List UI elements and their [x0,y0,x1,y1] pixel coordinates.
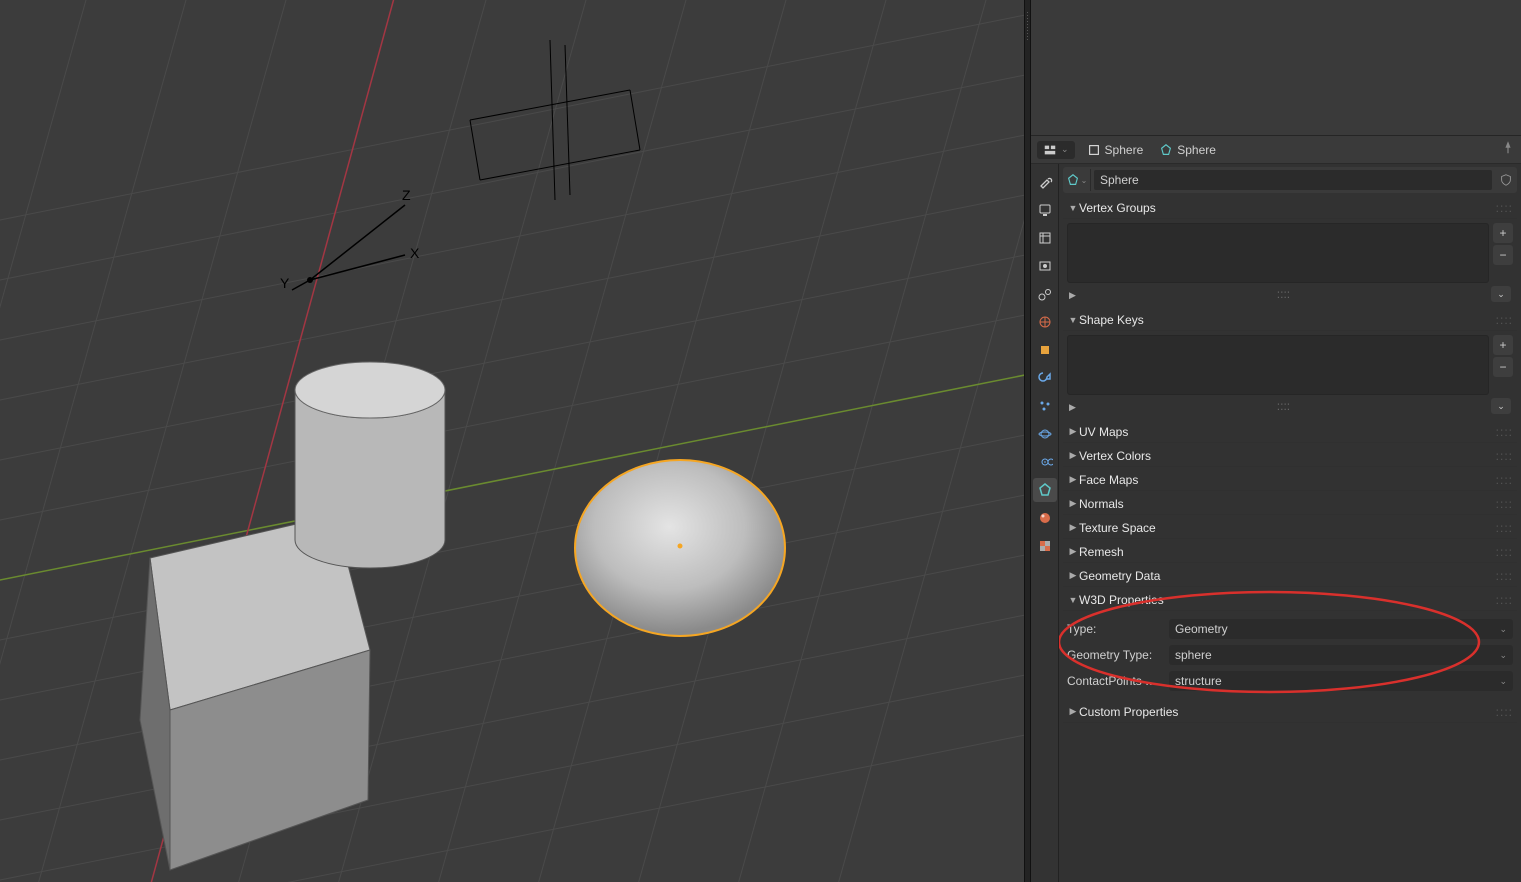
w3d-contact-value: structure [1175,674,1222,688]
tab-output[interactable] [1033,226,1057,250]
tab-object[interactable] [1033,338,1057,362]
panel-header-vertex-colors[interactable]: ▶Vertex Colors:::: [1063,445,1517,467]
svg-text:X: X [410,245,420,261]
svg-text:Z: Z [402,187,411,203]
datablock-shield-icon[interactable] [1495,169,1517,191]
chevron-down-icon: ⌄ [1499,624,1507,635]
upper-editor-blank [1031,0,1521,136]
shape-keys-list[interactable] [1067,335,1489,395]
w3d-type-label: Type: [1067,622,1163,636]
tab-physics[interactable] [1033,422,1057,446]
panel-header-remesh[interactable]: ▶Remesh:::: [1063,541,1517,563]
vg-specials-tri[interactable]: ▶ [1069,290,1076,300]
panel-header-texture-space[interactable]: ▶Texture Space:::: [1063,517,1517,539]
disclosure-right-icon: ▶ [1067,426,1079,437]
breadcrumb-object-label: Sphere [1105,143,1144,157]
grip-icon: :::: [1496,593,1513,607]
mesh-cube [140,515,370,870]
tab-world[interactable] [1033,310,1057,334]
viewport-grid: X Z Y [0,0,1024,882]
breadcrumb-data-label: Sphere [1177,143,1216,157]
tab-material[interactable] [1033,506,1057,530]
chevron-down-icon: ⌄ [1499,676,1507,687]
camera-wire [470,40,640,200]
tab-texture[interactable] [1033,534,1057,558]
add-vertex-group-button[interactable]: + [1493,223,1513,243]
datablock-name-input[interactable] [1094,170,1492,190]
panel-vertex-groups: ▼ Vertex Groups :::: + − ▶ [1063,197,1517,307]
panel-shape-keys: ▼ Shape Keys :::: + − ▶ [1063,309,1517,419]
editor-type-dropdown[interactable]: ⌄ [1037,141,1075,159]
w3d-type-value: Geometry [1175,622,1228,636]
grip-icon: :::: [1496,313,1513,327]
properties-tabs [1031,164,1059,882]
properties-content[interactable]: ⌄ ▼ Vertex Groups :::: [1059,164,1521,882]
mesh-sphere-selected [575,460,785,636]
w3d-type-dropdown[interactable]: Geometry ⌄ [1169,619,1513,639]
vg-dropdown-button[interactable]: ⌄ [1491,286,1511,302]
svg-text:Y: Y [280,275,290,291]
axis-overlay: X Z Y [280,187,420,291]
panel-header-normals[interactable]: ▶Normals:::: [1063,493,1517,515]
disclosure-right-icon: ▶ [1067,498,1079,509]
vertex-groups-list[interactable] [1067,223,1489,283]
panel-w3d-properties: ▼ W3D Properties :::: Type: Geometry ⌄ G… [1063,589,1517,699]
chevron-down-icon: ⌄ [1499,650,1507,661]
disclosure-right-icon: ▶ [1067,706,1079,717]
sk-dropdown-button[interactable]: ⌄ [1491,398,1511,414]
grip-dots-icon: :::: [1277,287,1290,301]
disclosure-right-icon: ▶ [1067,474,1079,485]
disclosure-down-icon: ▼ [1067,595,1079,605]
tab-modifier[interactable] [1033,366,1057,390]
add-shape-key-button[interactable]: + [1493,335,1513,355]
disclosure-right-icon: ▶ [1067,522,1079,533]
w3d-geom-type-label: Geometry Type: [1067,648,1163,662]
panel-header-shape-keys[interactable]: ▼ Shape Keys :::: [1063,309,1517,331]
region-splitter[interactable] [1024,0,1031,882]
pin-icon[interactable] [1501,141,1515,158]
properties-header: ⌄ Sphere Sphere [1031,136,1521,164]
panel-header-w3d[interactable]: ▼ W3D Properties :::: [1063,589,1517,611]
properties-region: ⌄ Sphere Sphere [1031,0,1521,882]
breadcrumb-data[interactable]: Sphere [1155,141,1220,159]
panel-header-geometry-data[interactable]: ▶Geometry Data:::: [1063,565,1517,587]
panel-header-vertex-groups[interactable]: ▼ Vertex Groups :::: [1063,197,1517,219]
disclosure-right-icon: ▶ [1067,546,1079,557]
tab-scene[interactable] [1033,282,1057,306]
disclosure-right-icon: ▶ [1067,570,1079,581]
grip-dots-icon: :::: [1277,399,1290,413]
grip-icon: :::: [1496,201,1513,215]
w3d-geom-type-dropdown[interactable]: sphere ⌄ [1169,645,1513,665]
tab-tool[interactable] [1033,170,1057,194]
w3d-geom-type-value: sphere [1175,648,1212,662]
panel-header-uv-maps[interactable]: ▶UV Maps:::: [1063,421,1517,443]
disclosure-down-icon: ▼ [1067,203,1079,213]
remove-shape-key-button[interactable]: − [1493,357,1513,377]
w3d-contact-label: ContactPoints Ty... [1067,674,1163,688]
tab-particles[interactable] [1033,394,1057,418]
mesh-cylinder [295,362,445,568]
sk-specials-tri[interactable]: ▶ [1069,402,1076,412]
viewport-3d[interactable]: X Z Y [0,0,1024,882]
panel-header-custom-properties[interactable]: ▶Custom Properties:::: [1063,701,1517,723]
disclosure-down-icon: ▼ [1067,315,1079,325]
tab-viewlayer[interactable] [1033,254,1057,278]
w3d-contact-dropdown[interactable]: structure ⌄ [1169,671,1513,691]
tab-constraints[interactable] [1033,450,1057,474]
remove-vertex-group-button[interactable]: − [1493,245,1513,265]
panel-header-face-maps[interactable]: ▶Face Maps:::: [1063,469,1517,491]
disclosure-right-icon: ▶ [1067,450,1079,461]
tab-render[interactable] [1033,198,1057,222]
datablock-row: ⌄ [1063,167,1517,193]
datablock-browse[interactable]: ⌄ [1063,169,1091,191]
breadcrumb-object[interactable]: Sphere [1083,141,1148,159]
tab-mesh-data[interactable] [1033,478,1057,502]
